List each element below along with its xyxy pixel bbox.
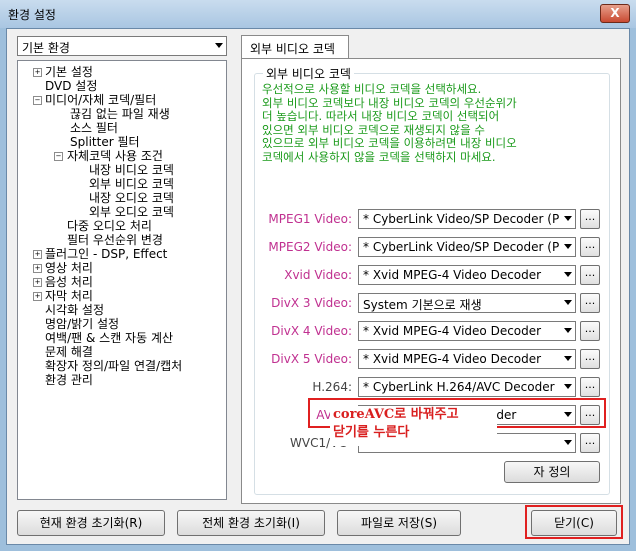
wvc1-browse-button[interactable]: ... [580,433,600,453]
divx3-browse-button[interactable]: ... [580,293,600,313]
instruction-annotation: coreAVC로 바꿔주고 닫기를 누른다 [330,406,497,446]
mpeg2-browse-button[interactable]: ... [580,237,600,257]
xvid-codec-value: * Xvid MPEG-4 Video Decoder [363,268,542,282]
tree-item-plugins[interactable]: 플러그인 - DSP, Effect [45,247,167,261]
divx5-label: DivX 5 Video: [271,352,352,366]
tree-item-basic-settings[interactable]: 기본 설정 [45,65,93,79]
tree-item-subtitle-processing[interactable]: 자막 처리 [45,289,93,303]
reset-current-button[interactable]: 현재 환경 초기화(R) [17,510,165,536]
mpeg2-codec-select[interactable]: * CyberLink Video/SP Decoder (P [358,237,576,257]
annotation-line-2: 닫기를 누른다 [333,425,410,440]
close-window-button[interactable]: X [600,4,630,23]
avc1-browse-button[interactable]: ... [580,405,600,425]
divx5-browse-button[interactable]: ... [580,349,600,369]
tree-item-seamless-playback[interactable]: 끊김 없는 파일 재생 [70,107,170,121]
tree-item-filter-priority[interactable]: 필터 우선순위 변경 [67,233,163,247]
mpeg1-codec-value: * CyberLink Video/SP Decoder (P [363,212,559,226]
tree-item-extension-association[interactable]: 확장자 정의/파일 연결/캡처 [45,359,182,373]
divx4-codec-value: * Xvid MPEG-4 Video Decoder [363,324,542,338]
mpeg2-label: MPEG2 Video: [268,240,352,254]
mpeg1-browse-button[interactable]: ... [580,209,600,229]
tree-item-environment-management[interactable]: 환경 관리 [45,373,93,387]
h264-codec-select[interactable]: * CyberLink H.264/AVC Decoder ( [358,377,576,397]
chevron-down-icon [564,244,572,249]
expand-icon[interactable]: + [33,68,42,77]
chevron-down-icon [215,43,223,48]
divx4-label: DivX 4 Video: [271,324,352,338]
tree-item-audio-processing[interactable]: 음성 처리 [45,275,93,289]
tree-item-troubleshooting[interactable]: 문제 해결 [45,345,93,359]
codec-description: 우선적으로 사용할 비디오 코덱을 선택하세요. 외부 비디오 코덱보다 내장 … [262,82,517,164]
group-title: 외부 비디오 코덱 [263,65,354,82]
tree-item-internal-audio-codec[interactable]: 내장 오디오 코덱 [89,191,174,205]
tree-item-dvd-settings[interactable]: DVD 설정 [45,79,97,93]
h264-codec-value: * CyberLink H.264/AVC Decoder ( [363,380,559,394]
tree-item-internal-codec-conditions[interactable]: 자체코덱 사용 조건 [67,149,163,163]
chevron-down-icon [564,440,572,445]
divx4-browse-button[interactable]: ... [580,321,600,341]
divx3-codec-value: System 기본으로 재생 [363,298,482,312]
category-select-value: 기본 환경 [22,41,70,55]
tree-item-internal-video-codec[interactable]: 내장 비디오 코덱 [89,163,174,177]
title-bar[interactable]: 환경 설정 X [0,0,636,28]
tree-item-media-codec-filter[interactable]: 미디어/자체 코덱/필터 [45,93,156,107]
tree-item-external-audio-codec[interactable]: 외부 오디오 코덱 [89,205,174,219]
chevron-down-icon [564,328,572,333]
collapse-icon[interactable]: − [54,152,63,161]
divx3-codec-select[interactable]: System 기본으로 재생 [358,293,576,313]
h264-browse-button[interactable]: ... [580,377,600,397]
settings-tree[interactable]: + 기본 설정 DVD 설정 − 미디어/자체 코덱/필터 끊김 없는 파일 재… [17,60,227,500]
chevron-down-icon [564,272,572,277]
expand-icon[interactable]: + [33,250,42,259]
mpeg1-codec-select[interactable]: * CyberLink Video/SP Decoder (P [358,209,576,229]
tree-item-source-filter[interactable]: 소스 필터 [70,121,118,135]
xvid-codec-select[interactable]: * Xvid MPEG-4 Video Decoder [358,265,576,285]
user-define-button[interactable]: 자 정의 [504,461,600,483]
expand-icon[interactable]: + [33,292,42,301]
xvid-browse-button[interactable]: ... [580,265,600,285]
divx5-codec-select[interactable]: * Xvid MPEG-4 Video Decoder [358,349,576,369]
window-title: 환경 설정 [8,8,56,22]
expand-icon[interactable]: + [33,278,42,287]
close-button[interactable]: 닫기(C) [531,510,617,536]
category-select[interactable]: 기본 환경 [17,36,227,56]
mpeg1-label: MPEG1 Video: [268,212,352,226]
xvid-label: Xvid Video: [284,268,352,282]
tab-label: 외부 비디오 코덱 [250,42,335,56]
mpeg2-codec-value: * CyberLink Video/SP Decoder (P [363,240,559,254]
chevron-down-icon [564,356,572,361]
tree-item-video-processing[interactable]: 영상 처리 [45,261,93,275]
tree-item-brightness[interactable]: 명암/밝기 설정 [45,317,119,331]
expand-icon[interactable]: + [33,264,42,273]
tree-item-external-video-codec[interactable]: 외부 비디오 코덱 [89,177,174,191]
annotation-line-1: coreAVC로 바꿔주고 [333,407,459,422]
chevron-down-icon [564,300,572,305]
divx5-codec-value: * Xvid MPEG-4 Video Decoder [363,352,542,366]
save-to-file-button[interactable]: 파일로 저장(S) [337,510,461,536]
collapse-icon[interactable]: − [33,96,42,105]
chevron-down-icon [564,412,572,417]
settings-window: 환경 설정 X 기본 환경 + 기본 설정 DVD 설정 − 미디어/자체 코덱… [0,0,636,551]
tree-item-margin-pan-scan[interactable]: 여백/팬 & 스캔 자동 계산 [45,331,173,345]
dialog-client-area: 기본 환경 + 기본 설정 DVD 설정 − 미디어/자체 코덱/필터 끊김 없… [6,28,630,545]
tree-item-splitter-filter[interactable]: Splitter 필터 [70,135,140,149]
chevron-down-icon [564,216,572,221]
divx3-label: DivX 3 Video: [271,296,352,310]
tab-external-video-codec[interactable]: 외부 비디오 코덱 [241,35,349,59]
tree-item-multi-audio[interactable]: 다중 오디오 처리 [67,219,152,233]
chevron-down-icon [564,384,572,389]
reset-all-button[interactable]: 전체 환경 초기화(I) [177,510,325,536]
h264-label: H.264: [312,380,352,394]
divx4-codec-select[interactable]: * Xvid MPEG-4 Video Decoder [358,321,576,341]
tree-item-visualization[interactable]: 시각화 설정 [45,303,104,317]
